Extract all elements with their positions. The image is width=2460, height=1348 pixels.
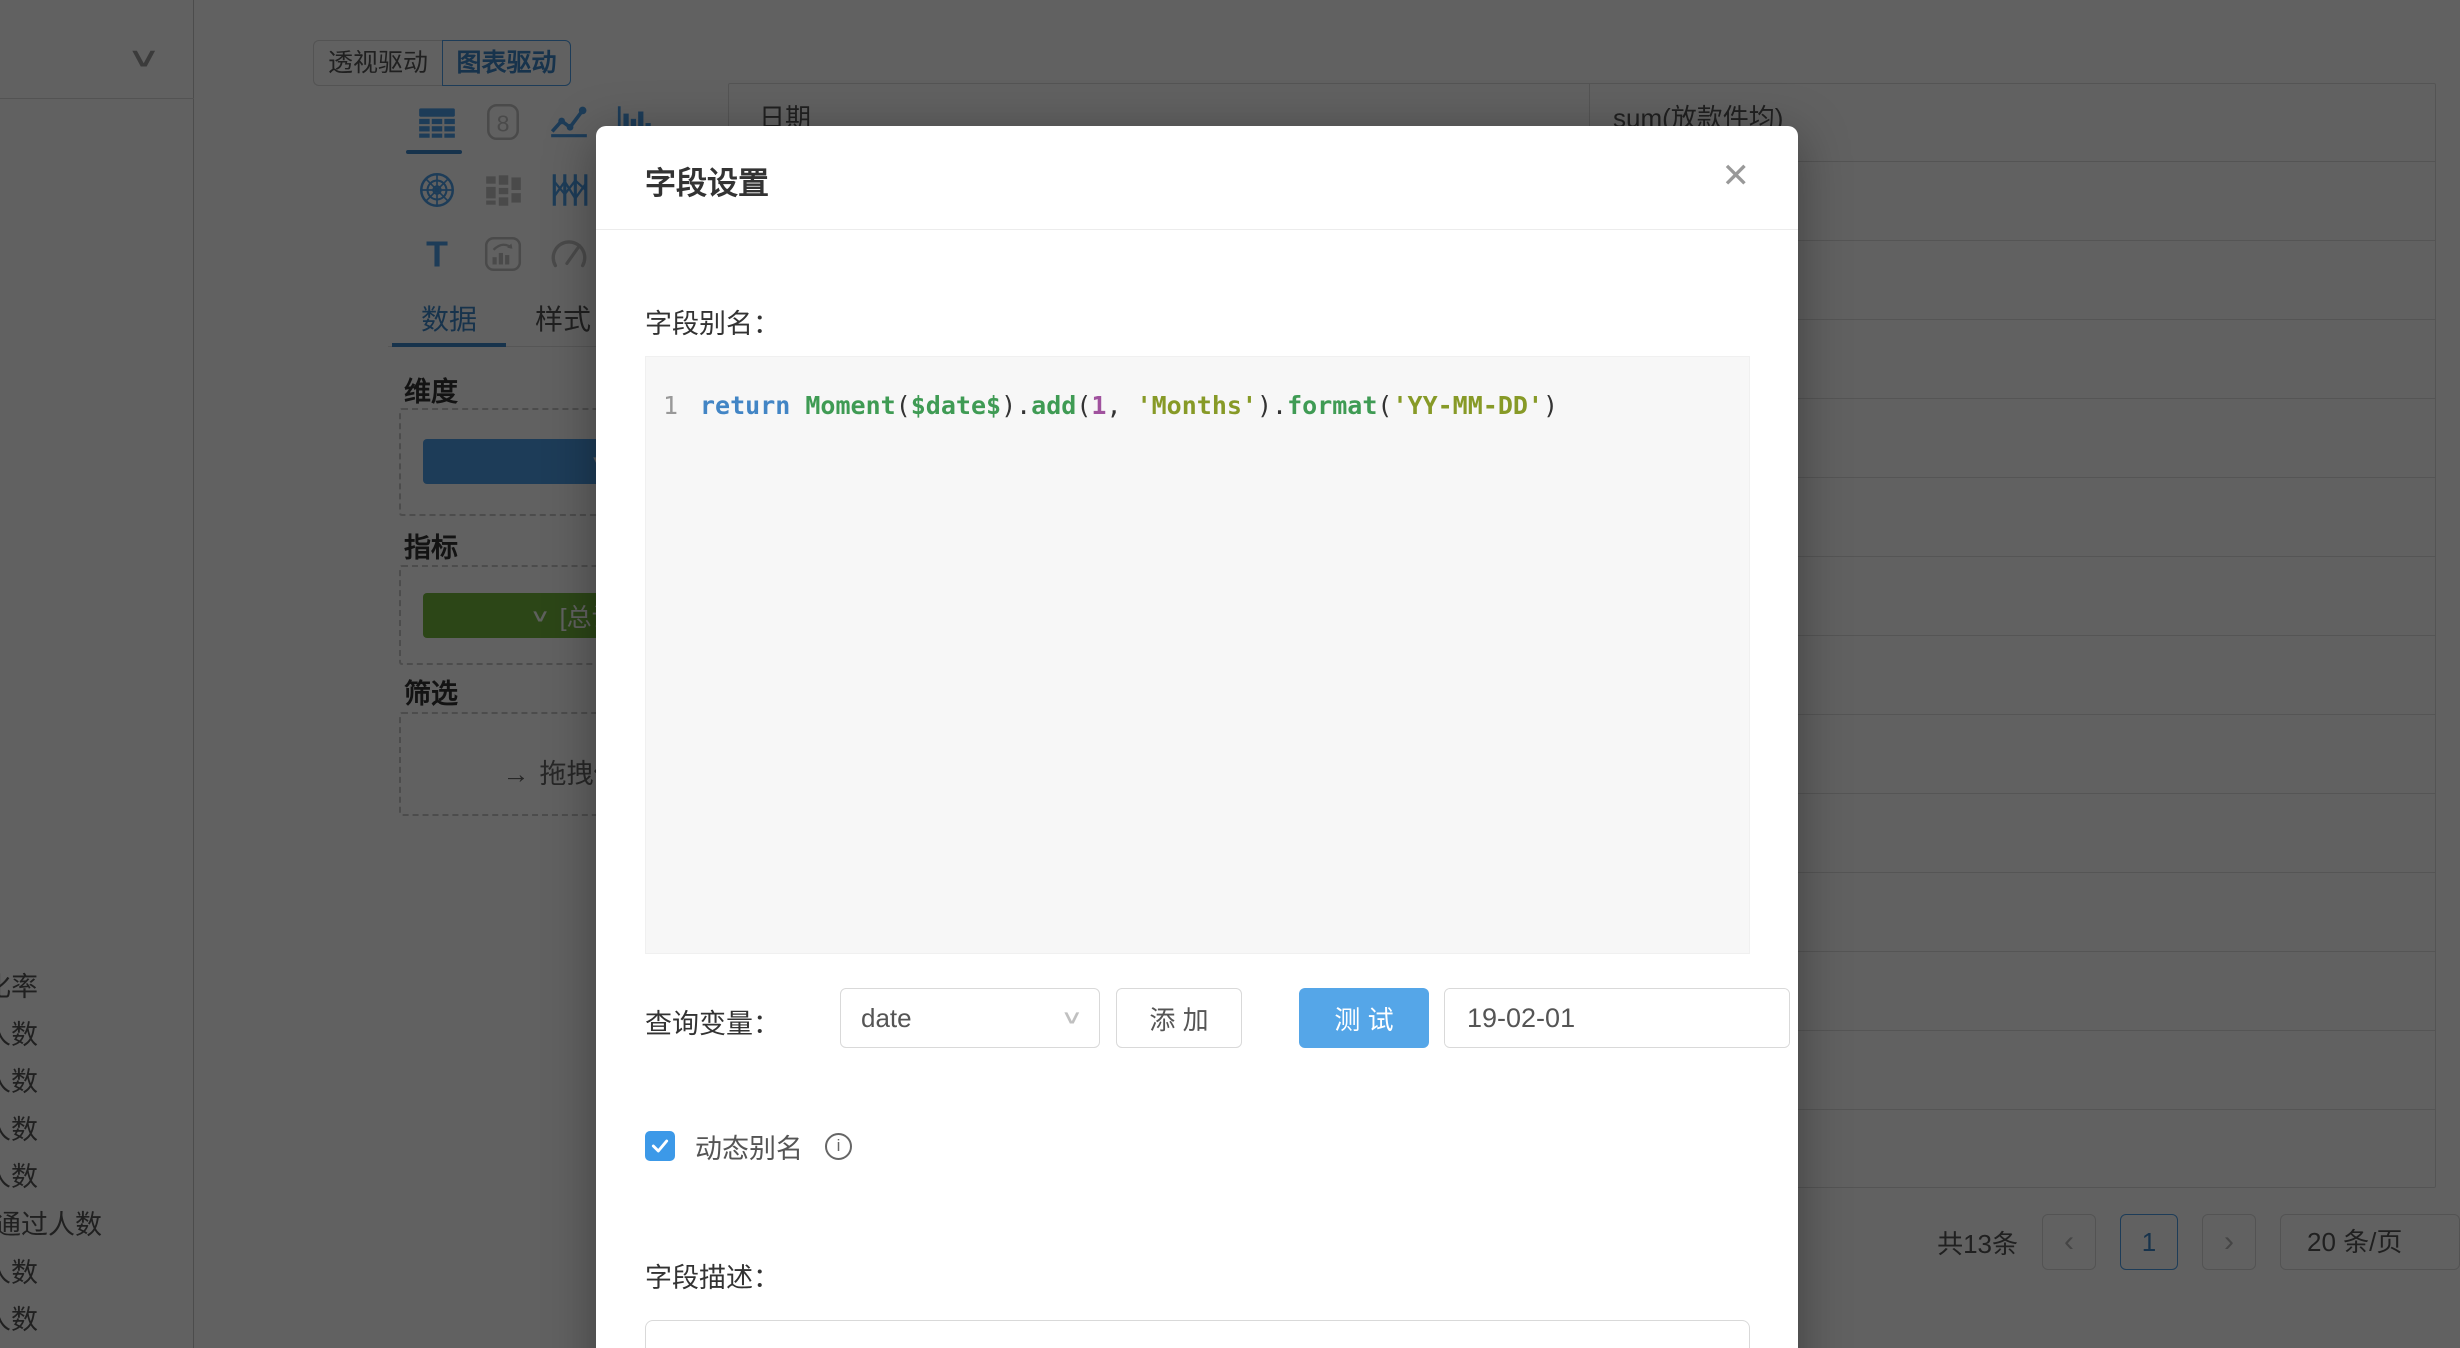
- dynamic-alias-label: 动态别名: [695, 1127, 803, 1166]
- description-input[interactable]: [645, 1320, 1750, 1348]
- alias-label: 字段别名：: [645, 302, 780, 341]
- dynamic-alias-row: 动态别名 i: [645, 1130, 852, 1162]
- code-line-content: return Moment($date$).add(1, 'Months').f…: [700, 391, 1558, 420]
- add-button[interactable]: 添 加: [1116, 988, 1242, 1048]
- test-result-group: ✕: [1444, 988, 1790, 1048]
- field-settings-modal: 字段设置 ✕ 字段别名： 1 return Moment($date$).add…: [596, 126, 1798, 1348]
- test-button[interactable]: 测 试: [1299, 988, 1429, 1048]
- code-editor[interactable]: 1 return Moment($date$).add(1, 'Months')…: [645, 356, 1750, 954]
- query-variable-label: 查询变量：: [645, 1002, 780, 1041]
- query-variable-row: 查询变量： date ∨ 添 加 测 试 ✕: [645, 988, 1750, 1048]
- code-line: 1 return Moment($date$).add(1, 'Months')…: [646, 357, 1749, 420]
- modal-header: 字段设置 ✕: [596, 126, 1798, 230]
- info-icon[interactable]: i: [825, 1133, 852, 1160]
- dynamic-alias-checkbox[interactable]: [645, 1131, 675, 1161]
- query-variable-select[interactable]: date ∨: [840, 988, 1100, 1048]
- app-window: ∨ 化率人数人数人数人数通过人数人数人数 透视驱动图表驱动 8 wordclou…: [0, 0, 2460, 1348]
- close-icon[interactable]: ✕: [1722, 156, 1751, 196]
- modal-title: 字段设置: [645, 158, 769, 203]
- chevron-down-icon: ∨: [1061, 995, 1084, 1041]
- line-number: 1: [646, 391, 700, 420]
- test-result-input[interactable]: [1445, 989, 1790, 1047]
- select-value: date: [861, 1003, 912, 1033]
- description-label: 字段描述：: [645, 1256, 780, 1295]
